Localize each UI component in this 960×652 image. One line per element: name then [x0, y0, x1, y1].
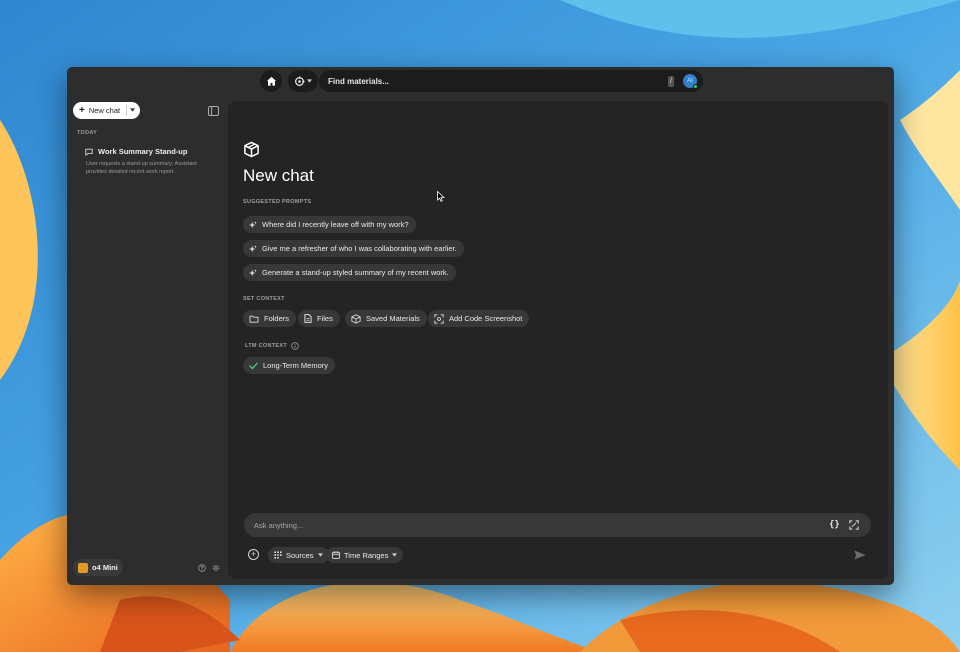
sources-dropdown[interactable]: Sources	[268, 547, 329, 563]
suggested-prompt-label: Give me a refresher of who I was collabo…	[262, 244, 457, 253]
section-label-ltm-context: LTM CONTEXT	[245, 342, 299, 350]
context-add-code-screenshot-label: Add Code Screenshot	[449, 314, 523, 323]
button-divider	[126, 105, 127, 116]
sparkle-icon	[249, 268, 257, 276]
ltm-long-term-memory-chip[interactable]: Long-Term Memory	[243, 357, 336, 374]
chat-history-description: User requests a stand-up summary; Assist…	[86, 161, 197, 175]
context-files-label: Files	[317, 314, 333, 323]
plus-circle-icon[interactable]: +	[248, 549, 259, 560]
context-saved-materials-button[interactable]: Saved Materials	[345, 310, 427, 327]
sidebar-toggle-icon[interactable]	[208, 106, 219, 116]
suggested-prompt[interactable]: Where did I recently leave off with my w…	[243, 216, 416, 233]
home-icon	[266, 76, 276, 86]
new-chat-label: New chat	[88, 106, 121, 115]
search-bar[interactable]: / AI	[319, 70, 703, 92]
online-status-dot	[693, 84, 698, 89]
info-icon[interactable]	[291, 342, 299, 350]
context-saved-materials-label: Saved Materials	[366, 314, 420, 323]
context-add-code-screenshot-button[interactable]: Add Code Screenshot	[428, 310, 530, 327]
sparkle-icon	[249, 220, 257, 228]
suggested-prompt-label: Where did I recently leave off with my w…	[262, 220, 409, 229]
page-title: New chat	[243, 166, 314, 185]
chat-input[interactable]	[254, 513, 794, 537]
cube-icon	[351, 313, 361, 324]
agent-icon	[295, 75, 305, 86]
context-files-button[interactable]: Files	[298, 310, 340, 327]
file-icon	[304, 314, 312, 323]
sparkle-icon	[249, 244, 257, 252]
model-icon	[78, 562, 88, 573]
suggested-prompt[interactable]: Generate a stand-up styled summary of my…	[243, 264, 456, 281]
home-button[interactable]	[260, 70, 282, 92]
section-label-suggested-prompts: SUGGESTED PROMPTS	[243, 199, 312, 205]
suggested-prompt[interactable]: Give me a refresher of who I was collabo…	[243, 240, 464, 257]
suggested-prompt-label: Generate a stand-up styled summary of my…	[262, 268, 449, 277]
chat-history-item[interactable]: Work Summary Stand-up User requests a st…	[85, 147, 215, 176]
sources-label: Sources	[286, 550, 314, 560]
chat-composer: {}	[244, 513, 871, 537]
send-icon[interactable]	[854, 550, 866, 560]
chevron-down-icon	[317, 553, 323, 557]
shortcut-hint: /	[668, 76, 674, 87]
gear-icon[interactable]	[212, 564, 220, 572]
context-folders-label: Folders	[264, 314, 290, 323]
agent-selector-button[interactable]	[288, 70, 318, 92]
mouse-cursor-icon	[437, 191, 445, 202]
section-label-today: TODAY	[77, 130, 98, 136]
main-panel: New chat SUGGESTED PROMPTS Where did I r…	[228, 101, 888, 579]
ltm-context-label: LTM CONTEXT	[245, 343, 287, 349]
screenshot-icon[interactable]	[849, 520, 859, 530]
model-label: o4 Mini	[92, 563, 118, 572]
chevron-down-icon[interactable]	[130, 108, 135, 112]
context-folders-button[interactable]: Folders	[243, 310, 297, 327]
grid-icon	[274, 551, 282, 559]
check-icon	[249, 362, 258, 369]
screenshot-icon	[434, 313, 444, 324]
time-ranges-dropdown[interactable]: Time Ranges	[326, 547, 404, 563]
plus-icon: +	[79, 104, 85, 116]
search-input[interactable]	[328, 70, 648, 92]
chevron-down-icon	[307, 79, 312, 83]
new-chat-button[interactable]: + New chat	[73, 102, 140, 119]
app-logo-icon	[244, 141, 259, 158]
section-label-set-context: SET CONTEXT	[243, 296, 285, 302]
model-selector-button[interactable]: o4 Mini	[73, 559, 123, 576]
ltm-long-term-memory-label: Long-Term Memory	[263, 361, 329, 370]
braces-icon[interactable]: {}	[829, 520, 840, 530]
time-ranges-label: Time Ranges	[344, 550, 389, 560]
chat-history-title: Work Summary Stand-up	[98, 147, 188, 156]
sidebar: + New chat TODAY Work Summary Stand-up U…	[67, 97, 227, 585]
app-window: / AI + New chat TODAY Work Summary Stand…	[67, 67, 894, 585]
folder-icon	[249, 315, 259, 323]
chat-bubble-icon	[85, 148, 93, 156]
calendar-icon	[332, 551, 340, 559]
help-icon[interactable]	[198, 564, 206, 572]
chevron-down-icon	[392, 553, 398, 557]
top-bar: / AI	[67, 67, 894, 97]
